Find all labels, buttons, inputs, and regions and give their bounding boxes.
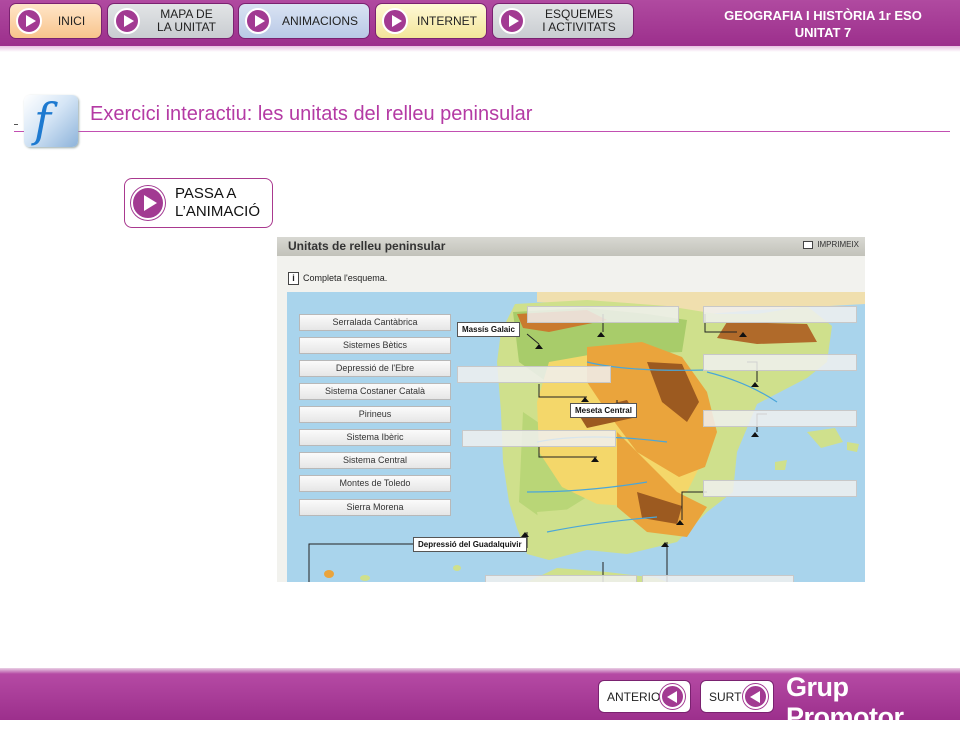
course-title: GEOGRAFIA I HISTÒRIA 1r ESO UNITAT 7	[688, 7, 958, 41]
drop-slot[interactable]	[703, 306, 857, 323]
title-underline	[14, 131, 950, 132]
nav-button-mapa-unitat[interactable]: MAPA DE LA UNITAT	[107, 3, 234, 39]
nav-label: ESQUEMES I ACTIVITATS	[542, 7, 616, 34]
drop-slot[interactable]	[462, 430, 616, 447]
publisher-name: Grup Promotor	[786, 672, 904, 732]
exercise-panel: Unitats de relleu peninsular IMPRIMEIX i…	[277, 237, 865, 582]
option-sierra-morena[interactable]: Sierra Morena	[299, 499, 451, 516]
drop-slot[interactable]	[703, 410, 857, 427]
exercise-title: Unitats de relleu peninsular	[288, 239, 446, 253]
option-serralada-cantabrica[interactable]: Serralada Cantàbrica	[299, 314, 451, 331]
go-to-animation-button[interactable]: PASSA A L’ANIMACIÓ	[124, 178, 273, 228]
play-icon	[16, 8, 42, 34]
play-icon	[114, 8, 140, 34]
nav-label: INICI	[57, 13, 86, 28]
nav-button-internet[interactable]: INTERNET	[375, 3, 487, 39]
nav-button-inici[interactable]: INICI	[9, 3, 102, 39]
option-pirineus[interactable]: Pirineus	[299, 406, 451, 423]
play-icon	[382, 8, 408, 34]
drop-slot[interactable]	[642, 575, 794, 582]
nav-button-animacions[interactable]: ANIMACIONS	[238, 3, 370, 39]
info-icon: i	[288, 272, 299, 285]
publisher-subname: Santillana	[790, 731, 866, 748]
map-label-massis-galaic: Massís Galaic	[457, 322, 520, 337]
option-sistema-costaner-catala[interactable]: Sistema Costaner Català	[299, 383, 451, 400]
instruction-text: Completa l'esquema.	[303, 273, 388, 283]
drop-slot[interactable]	[703, 354, 857, 371]
back-arrow-icon	[660, 684, 685, 709]
go-to-animation-label: PASSA A L’ANIMACIÓ	[175, 185, 261, 220]
relief-map: Serralada Cantàbrica Sistemes Bètics Dep…	[287, 292, 865, 582]
print-button[interactable]: IMPRIMEIX	[803, 240, 859, 249]
nav-button-esquemes[interactable]: ESQUEMES I ACTIVITATS	[492, 3, 634, 39]
previous-button[interactable]: ANTERIOR	[598, 680, 691, 713]
course-unit: UNITAT 7	[794, 25, 852, 40]
play-icon	[131, 186, 165, 220]
drop-slot[interactable]	[527, 306, 679, 323]
map-label-depressio-guadalquivir: Depressió del Guadalquivir	[413, 537, 527, 552]
top-bar-glow	[0, 46, 960, 52]
option-sistemes-betics[interactable]: Sistemes Bètics	[299, 337, 451, 354]
printer-icon	[803, 240, 814, 249]
option-sistema-iberic[interactable]: Sistema Ibèric	[299, 429, 451, 446]
flash-logo-icon: f	[24, 93, 78, 147]
option-depressio-ebre[interactable]: Depressió de l'Ebre	[299, 360, 451, 377]
play-icon	[499, 8, 525, 34]
exit-label: SURT	[709, 690, 742, 704]
exercise-header: Unitats de relleu peninsular IMPRIMEIX	[277, 237, 865, 256]
back-arrow-icon	[743, 684, 768, 709]
drop-slot[interactable]	[457, 366, 611, 383]
flash-logo-letter: f	[34, 93, 52, 147]
title-dash	[14, 124, 18, 125]
map-label-meseta-central: Meseta Central	[570, 403, 637, 418]
exit-button[interactable]: SURT	[700, 680, 774, 713]
page-title: Exercici interactiu: les unitats del rel…	[90, 103, 533, 125]
print-label: IMPRIMEIX	[817, 240, 859, 249]
option-montes-toledo[interactable]: Montes de Toledo	[299, 475, 451, 492]
drop-slot[interactable]	[485, 575, 637, 582]
course-subject: GEOGRAFIA I HISTÒRIA 1r ESO	[724, 8, 922, 23]
option-sistema-central[interactable]: Sistema Central	[299, 452, 451, 469]
nav-label: ANIMACIONS	[281, 13, 358, 28]
publisher-logo: Grup Promotor Santillana	[786, 672, 960, 748]
play-icon	[245, 8, 271, 34]
nav-label: INTERNET	[417, 13, 477, 28]
drop-slot[interactable]	[703, 480, 857, 497]
nav-label: MAPA DE LA UNITAT	[157, 7, 216, 34]
